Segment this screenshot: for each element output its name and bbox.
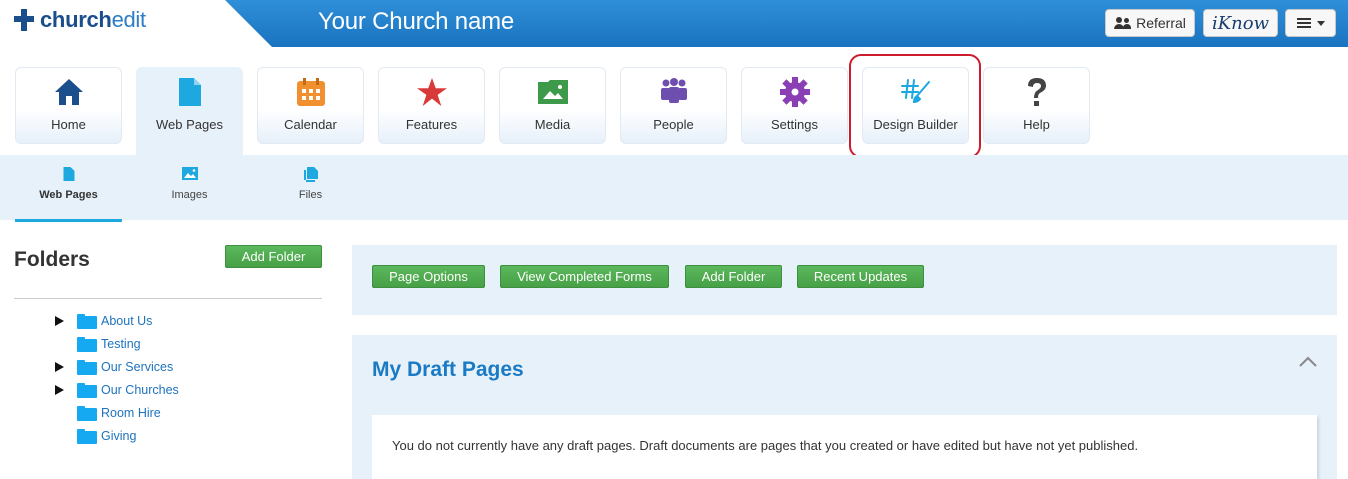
folder-item-our-services[interactable]: Our Services	[55, 357, 173, 377]
folder-icon	[77, 428, 97, 444]
image-icon	[537, 77, 568, 107]
page-icon	[175, 77, 205, 107]
folders-title: Folders	[14, 248, 90, 271]
subtab-images[interactable]: Images	[136, 155, 243, 220]
tab-help[interactable]: Help	[983, 67, 1090, 144]
caret-down-icon	[1316, 20, 1325, 26]
tab-label: People	[653, 117, 694, 132]
folder-item-room-hire[interactable]: Room Hire	[55, 403, 161, 423]
logo-text: churchedit	[40, 7, 146, 32]
tab-label: Calendar	[284, 117, 337, 132]
subtab-label: Files	[298, 189, 323, 201]
tab-label: Settings	[771, 117, 818, 132]
arrow-spacer	[55, 407, 67, 419]
tab-label: Web Pages	[156, 117, 223, 132]
subtab-web-pages[interactable]: Web Pages	[15, 155, 122, 220]
add-folder-button[interactable]: Add Folder	[685, 265, 782, 288]
folder-icon	[77, 382, 97, 398]
draft-pages-title: My Draft Pages	[372, 358, 524, 381]
tab-label: Media	[534, 117, 571, 132]
menu-dropdown-button[interactable]	[1285, 9, 1336, 37]
subtab-files[interactable]: Files	[257, 155, 364, 220]
iknow-button[interactable]: iKnow	[1203, 9, 1278, 37]
people-icon	[659, 77, 689, 107]
tab-web-pages[interactable]: Web Pages	[136, 67, 243, 155]
home-icon	[54, 77, 84, 107]
folder-label[interactable]: Testing	[101, 337, 141, 351]
tab-settings[interactable]: Settings	[741, 67, 848, 144]
folder-label[interactable]: About Us	[101, 314, 152, 328]
recent-updates-button[interactable]: Recent Updates	[797, 265, 924, 288]
page: churchedit Your Church name Referral iKn…	[0, 0, 1348, 479]
design-builder-highlight	[849, 54, 981, 158]
image-icon	[181, 167, 198, 185]
sub-navigation: Web Pages Images Files	[0, 155, 1348, 220]
folder-label[interactable]: Room Hire	[101, 406, 161, 420]
expand-arrow-icon[interactable]	[55, 361, 67, 373]
arrow-spacer	[55, 430, 67, 442]
divider	[14, 298, 322, 299]
view-completed-forms-button[interactable]: View Completed Forms	[500, 265, 669, 288]
draft-pages-message: You do not currently have any draft page…	[392, 438, 1139, 453]
folder-item-our-churches[interactable]: Our Churches	[55, 380, 179, 400]
iknow-label: iKnow	[1211, 12, 1270, 34]
arrow-spacer	[55, 338, 67, 350]
tab-media[interactable]: Media	[499, 67, 606, 144]
subtab-label: Images	[171, 189, 208, 201]
logo[interactable]: churchedit	[14, 7, 146, 32]
header: churchedit Your Church name Referral iKn…	[0, 0, 1348, 47]
referral-button[interactable]: Referral	[1105, 9, 1195, 37]
tab-label: Help	[1023, 117, 1050, 132]
calendar-icon	[296, 77, 326, 107]
folder-icon	[77, 313, 97, 329]
active-subtab-indicator	[15, 219, 122, 222]
star-icon	[416, 77, 447, 107]
folder-label[interactable]: Our Services	[101, 360, 173, 374]
page-icon	[63, 167, 74, 186]
page-options-button[interactable]: Page Options	[372, 265, 485, 288]
tab-features[interactable]: Features	[378, 67, 485, 144]
folder-icon	[77, 405, 97, 421]
folder-label[interactable]: Giving	[101, 429, 136, 443]
files-icon	[303, 167, 318, 187]
church-name: Your Church name	[318, 8, 515, 35]
folder-item-about-us[interactable]: About Us	[55, 311, 152, 331]
tab-label: Features	[405, 117, 458, 132]
cross-icon	[14, 9, 34, 31]
referral-label: Referral	[1136, 15, 1186, 31]
add-folder-sidebar-button[interactable]: Add Folder	[225, 245, 322, 268]
question-icon	[1022, 77, 1052, 107]
tab-label: Home	[51, 117, 86, 132]
expand-arrow-icon[interactable]	[55, 384, 67, 396]
folder-icon	[77, 336, 97, 352]
tab-home[interactable]: Home	[15, 67, 122, 144]
tab-people[interactable]: People	[620, 67, 727, 144]
users-icon	[1114, 17, 1132, 29]
gear-icon	[779, 77, 810, 107]
folder-label[interactable]: Our Churches	[101, 383, 179, 397]
tab-calendar[interactable]: Calendar	[257, 67, 364, 144]
chevron-up-icon[interactable]	[1298, 355, 1317, 369]
list-icon	[1296, 17, 1311, 29]
expand-arrow-icon[interactable]	[55, 315, 67, 327]
folder-icon	[77, 359, 97, 375]
subtab-label: Web Pages	[39, 189, 98, 201]
folder-item-giving[interactable]: Giving	[55, 426, 136, 446]
folder-item-testing[interactable]: Testing	[55, 334, 141, 354]
